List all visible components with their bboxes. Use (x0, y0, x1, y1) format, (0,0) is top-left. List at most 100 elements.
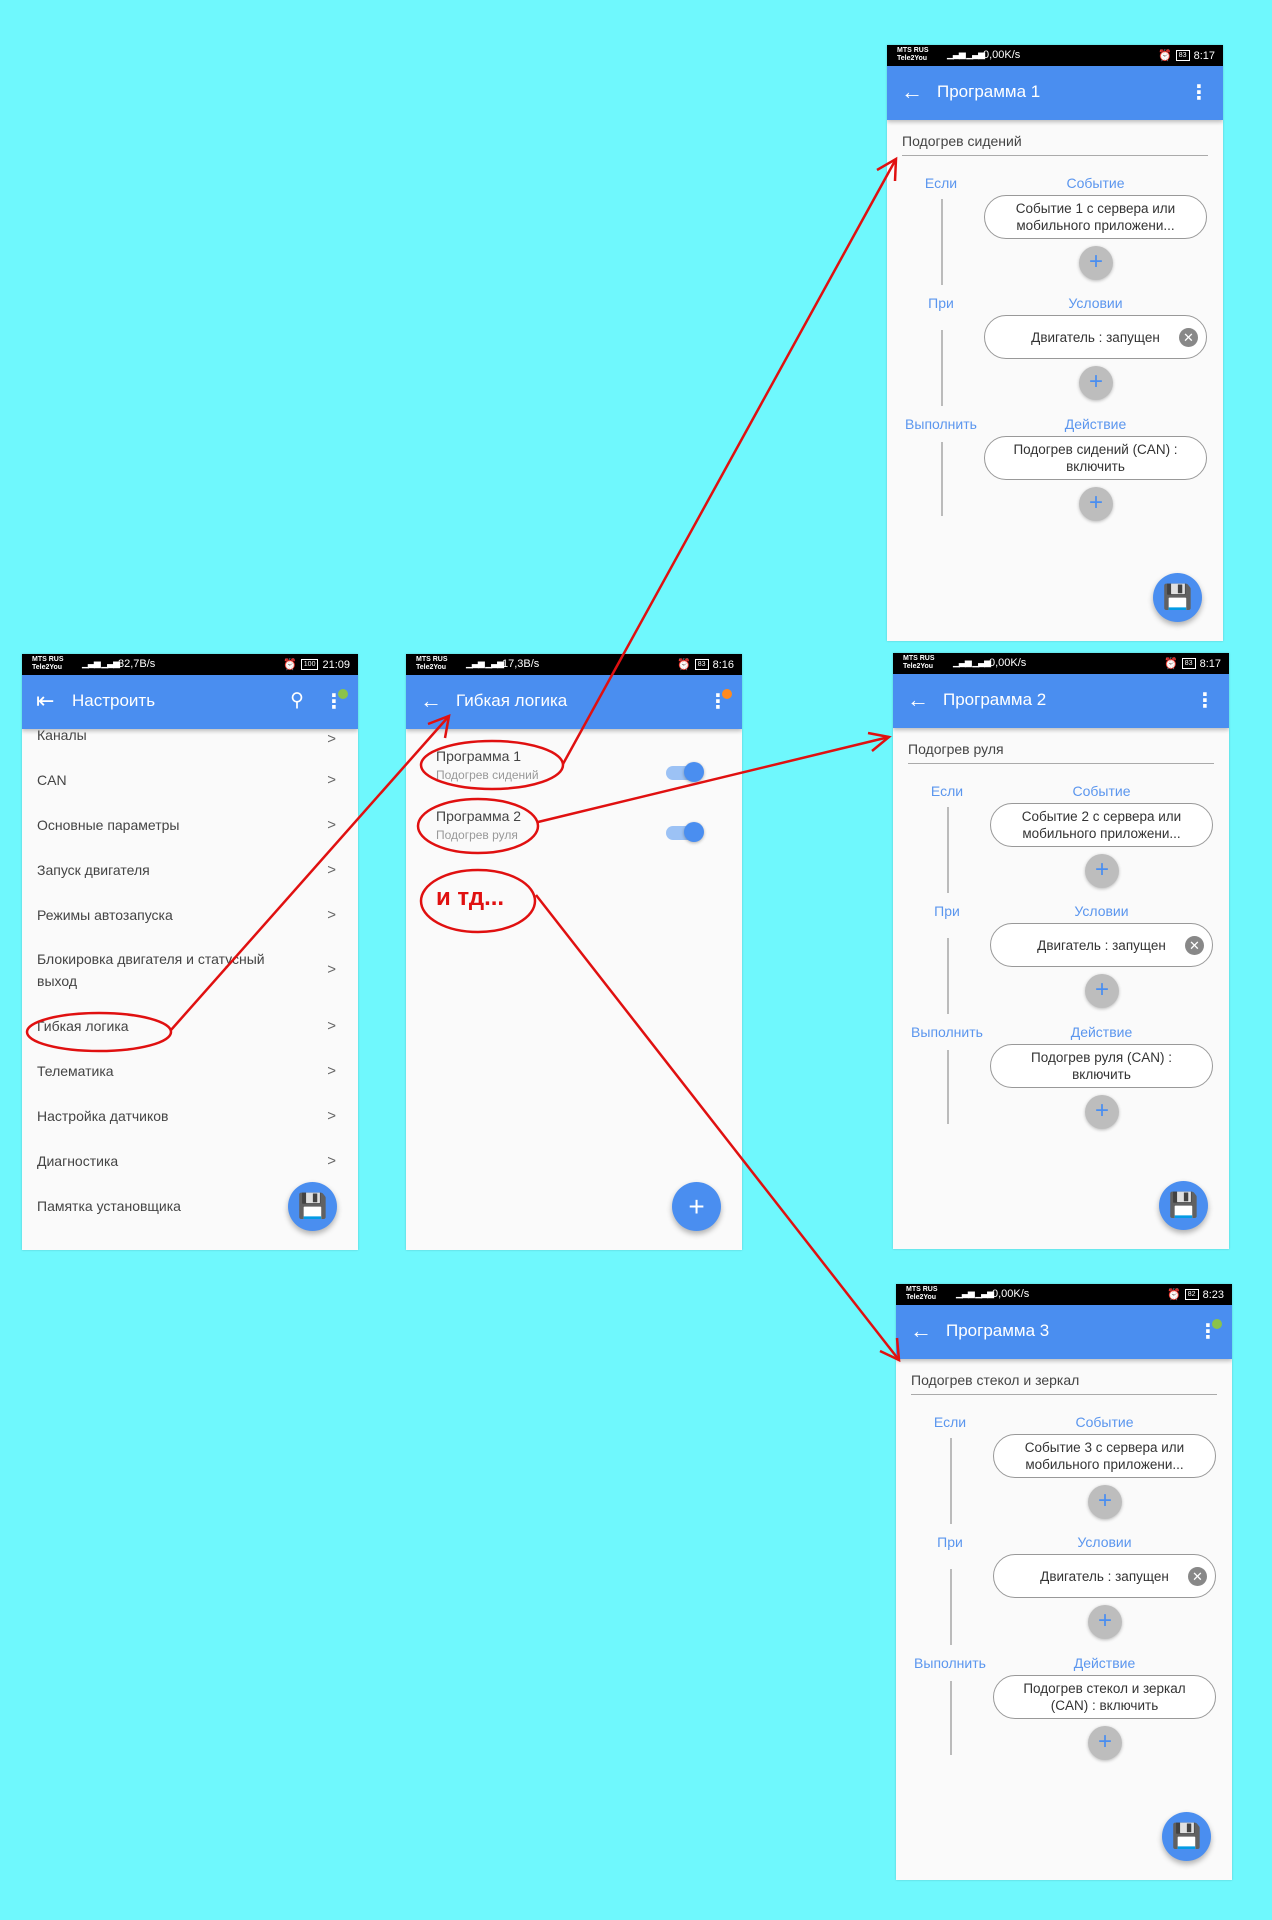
action-chip[interactable]: Подогрев руля (CAN) : включить (990, 1044, 1213, 1088)
menu-item-label: Гибкая логика (37, 1017, 129, 1034)
signal-icon: ▁▃▅ ▁▃▅ (953, 657, 991, 667)
condition-text: Двигатель : запущен (1040, 1568, 1169, 1584)
carrier-name: MTS RUS (906, 1286, 938, 1293)
divider (950, 1681, 952, 1755)
program-name-input[interactable]: Подогрев руля (908, 741, 1214, 764)
program-item-2[interactable]: Программа 2 Подогрев руля (436, 808, 521, 842)
carrier-name: MTS RUS (416, 656, 448, 663)
back-arrow-icon[interactable]: ← (907, 687, 929, 713)
event-header: Событие (1075, 1414, 1134, 1430)
divider (950, 1438, 952, 1524)
action-chip[interactable]: Подогрев стекол и зеркал (CAN) : включит… (993, 1675, 1216, 1719)
program-subtitle: Подогрев руля (436, 828, 518, 842)
menu-item[interactable]: Диагностика > (22, 1138, 358, 1183)
add-action-button[interactable]: + (1079, 487, 1113, 521)
chevron-right-icon: > (327, 1107, 336, 1124)
remove-icon[interactable]: ✕ (1179, 328, 1198, 347)
menu-item[interactable]: CAN > (22, 757, 358, 802)
menu-item-label: Настройка датчиков (37, 1107, 169, 1124)
chevron-right-icon: > (327, 961, 336, 978)
status-bar: MTS RUS Tele2You ▁▃▅ ▁▃▅ 0,00K/s ⏰ 82 8:23 (896, 1284, 1232, 1305)
program-name-input[interactable]: Подогрев стекол и зеркал (911, 1372, 1217, 1395)
event-text: Событие 3 с сервера или мобильного прило… (1024, 1440, 1185, 1472)
menu-item[interactable]: Гибкая логика > (22, 1003, 358, 1048)
menu-item-label: Диагностика (37, 1152, 119, 1169)
carrier-name-2: Tele2You (903, 663, 934, 670)
app-bar: ← Программа 2 ⋮ (893, 674, 1229, 728)
alarm-icon: ⏰ (1164, 658, 1178, 670)
add-condition-button[interactable]: + (1079, 366, 1113, 400)
add-action-button[interactable]: + (1088, 1726, 1122, 1760)
menu-item[interactable]: Настройка датчиков > (22, 1093, 358, 1138)
action-header: Действие (1064, 416, 1127, 432)
add-condition-button[interactable]: + (1088, 1605, 1122, 1639)
condition-chip[interactable]: Двигатель : запущен ✕ (990, 923, 1213, 967)
save-button[interactable]: 💾 (288, 1182, 337, 1231)
back-arrow-icon[interactable]: ← (420, 688, 442, 714)
chevron-right-icon: > (327, 1062, 336, 1079)
clock: 8:17 (1199, 657, 1221, 670)
program-2-toggle[interactable] (666, 822, 704, 842)
exit-icon[interactable]: ⇤ (36, 688, 54, 714)
flex-logic-screen: MTS RUS Tele2You ▁▃▅ ▁▃▅ 17,3B/s ⏰ 83 8:16 … (406, 654, 742, 1250)
alarm-icon: ⏰ (1167, 1289, 1181, 1301)
menu-item-label: Режимы автозапуска (37, 906, 173, 923)
save-icon: 💾 (1171, 1823, 1202, 1850)
program-item-1[interactable]: Программа 1 Подогрев сидений (436, 748, 539, 782)
battery-icon: 100 (300, 659, 319, 670)
menu-item[interactable]: Основные параметры > (22, 802, 358, 847)
event-chip[interactable]: Событие 3 с сервера или мобильного прило… (993, 1434, 1216, 1478)
clock: 8:23 (1202, 1288, 1224, 1301)
menu-item[interactable]: Запуск двигателя > (22, 847, 358, 892)
add-event-button[interactable]: + (1088, 1485, 1122, 1519)
back-arrow-icon[interactable]: ← (910, 1318, 932, 1344)
app-bar: ← Программа 1 ⋮ (887, 66, 1223, 120)
save-button[interactable]: 💾 (1153, 573, 1202, 622)
carrier-name-2: Tele2You (897, 55, 928, 62)
menu-item[interactable]: Телематика > (22, 1048, 358, 1093)
menu-item[interactable]: Режимы автозапуска > (22, 892, 358, 937)
do-label: Выполнить (905, 416, 977, 432)
menu-item[interactable]: Каналы > (22, 727, 358, 757)
signal-icon: ▁▃▅ ▁▃▅ (956, 1288, 994, 1298)
alarm-icon: ⏰ (1158, 50, 1172, 62)
remove-icon[interactable]: ✕ (1185, 936, 1204, 955)
program-screen-3: MTS RUS Tele2You ▁▃▅ ▁▃▅ 0,00K/s ⏰ 82 8:23 … (896, 1284, 1232, 1880)
save-icon: 💾 (1168, 1192, 1199, 1219)
condition-header: Условии (1077, 1534, 1132, 1550)
more-menu-icon[interactable]: ⋮ (1195, 688, 1215, 713)
save-icon: 💾 (297, 1193, 328, 1220)
event-chip[interactable]: Событие 2 с сервера или мобильного прило… (990, 803, 1213, 847)
action-chip[interactable]: Подогрев сидений (CAN) : включить (984, 436, 1207, 480)
divider (941, 199, 943, 285)
event-chip[interactable]: Событие 1 с сервера или мобильного прило… (984, 195, 1207, 239)
network-speed: 0,00K/s (983, 49, 1021, 61)
notification-dot (722, 689, 732, 699)
add-action-button[interactable]: + (1085, 1095, 1119, 1129)
divider (947, 938, 949, 1014)
add-condition-button[interactable]: + (1085, 974, 1119, 1008)
save-button[interactable]: 💾 (1162, 1812, 1211, 1861)
when-label: При (928, 295, 954, 311)
add-event-button[interactable]: + (1085, 854, 1119, 888)
add-program-button[interactable]: + (672, 1182, 721, 1231)
back-arrow-icon[interactable]: ← (901, 79, 923, 105)
search-icon[interactable]: ⚲ (290, 689, 304, 712)
if-label: Если (930, 783, 964, 799)
condition-header: Условии (1074, 903, 1129, 919)
remove-icon[interactable]: ✕ (1188, 1567, 1207, 1586)
more-menu-icon[interactable]: ⋮ (1189, 80, 1209, 105)
program-subtitle: Подогрев сидений (436, 768, 539, 782)
menu-item-label: CAN (37, 771, 67, 788)
status-bar: MTS RUS Tele2You ▁▃▅ ▁▃▅ 0,00K/s ⏰ 83 8:17 (893, 653, 1229, 674)
save-button[interactable]: 💾 (1159, 1181, 1208, 1230)
settings-menu: Каналы > CAN > Основные параметры > Запуск дви… (22, 727, 358, 1228)
settings-screen: MTS RUS Tele2You ▁▃▅ ▁▃▅ 32,7B/s ⏰ 100 21:0… (22, 654, 358, 1250)
program-1-toggle[interactable] (666, 762, 704, 782)
condition-chip[interactable]: Двигатель : запущен ✕ (984, 315, 1207, 359)
condition-chip[interactable]: Двигатель : запущен ✕ (993, 1554, 1216, 1598)
menu-item[interactable]: Блокировка двигателя и статусный выход > (22, 937, 358, 1003)
add-event-button[interactable]: + (1079, 246, 1113, 280)
program-name-input[interactable]: Подогрев сидений (902, 133, 1208, 156)
chevron-right-icon: > (327, 816, 336, 833)
